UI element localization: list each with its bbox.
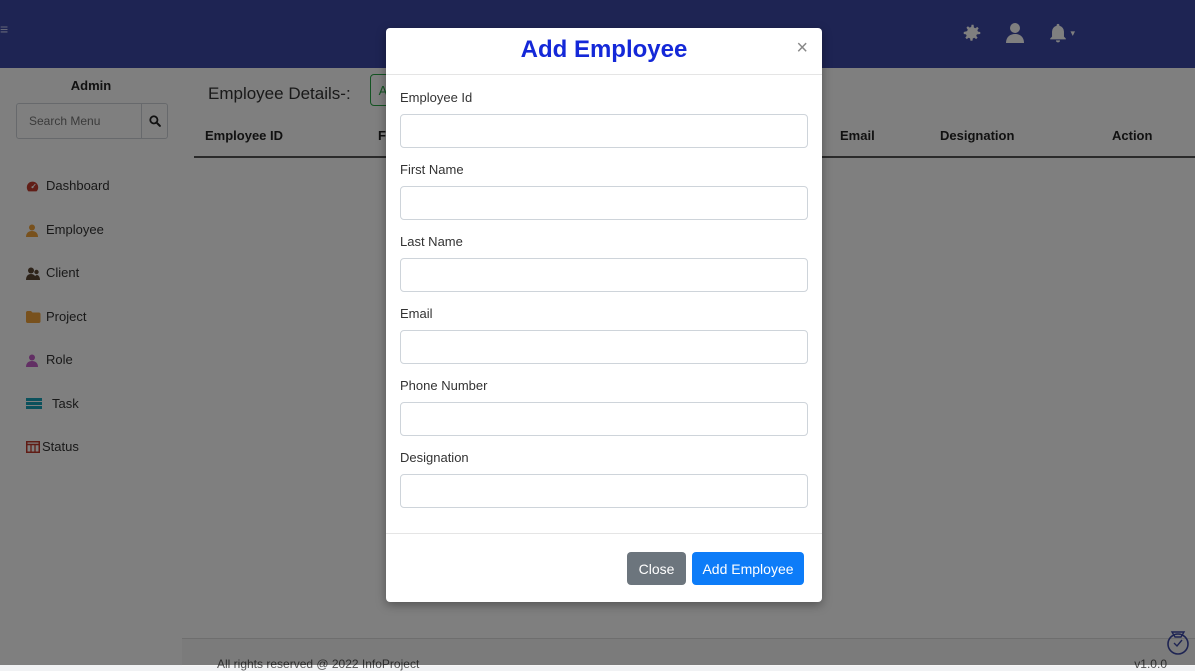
field-employee-id: Employee Id bbox=[400, 90, 808, 162]
close-button[interactable]: Close bbox=[627, 552, 686, 585]
designation-input[interactable] bbox=[400, 474, 808, 508]
field-label: Phone Number bbox=[400, 378, 488, 393]
close-icon[interactable]: × bbox=[796, 38, 808, 58]
modal-footer: Close Add Employee bbox=[386, 533, 822, 603]
modal-title: Add Employee bbox=[520, 36, 688, 63]
employee-id-input[interactable] bbox=[400, 114, 808, 148]
field-phone-number: Phone Number bbox=[400, 378, 808, 450]
add-employee-form: Employee Id First Name Last Name Email P… bbox=[400, 90, 808, 522]
field-first-name: First Name bbox=[400, 162, 808, 234]
field-email: Email bbox=[400, 306, 808, 378]
email-input[interactable] bbox=[400, 330, 808, 364]
field-label: Designation bbox=[400, 450, 469, 465]
field-last-name: Last Name bbox=[400, 234, 808, 306]
field-label: Last Name bbox=[400, 234, 463, 249]
add-employee-modal: Add Employee × Employee Id First Name La… bbox=[386, 28, 822, 602]
first-name-input[interactable] bbox=[400, 186, 808, 220]
phone-number-input[interactable] bbox=[400, 402, 808, 436]
add-employee-button[interactable]: Add Employee bbox=[692, 552, 804, 585]
last-name-input[interactable] bbox=[400, 258, 808, 292]
field-label: Email bbox=[400, 306, 433, 321]
field-label: First Name bbox=[400, 162, 464, 177]
field-designation: Designation bbox=[400, 450, 808, 522]
modal-header: Add Employee × bbox=[386, 28, 822, 75]
field-label: Employee Id bbox=[400, 90, 473, 105]
